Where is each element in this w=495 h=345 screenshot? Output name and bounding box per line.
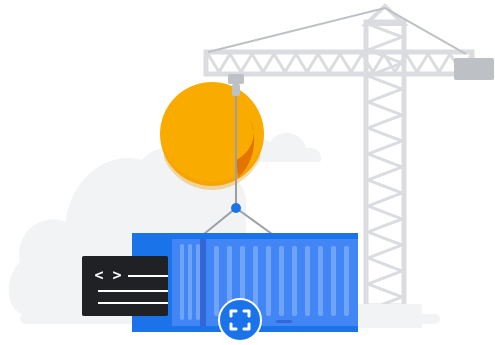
- jib-brace: [437, 53, 452, 73]
- mast-brace: [367, 243, 403, 260]
- jib-brace: [206, 53, 221, 73]
- container-rib: [292, 246, 297, 316]
- jib-brace: [338, 53, 353, 73]
- illustration-stage: < >: [0, 0, 495, 345]
- code-panel-bg: [82, 256, 168, 316]
- mast-brace: [367, 178, 403, 195]
- mast-brace: [367, 282, 403, 299]
- mast-brace: [367, 126, 403, 143]
- mast-brace: [367, 87, 403, 104]
- jib-brace: [261, 53, 276, 73]
- container-door-bar: [196, 244, 200, 320]
- crane-counterweight: [454, 58, 494, 80]
- jib-brace: [349, 53, 364, 73]
- mast-brace: [367, 100, 403, 117]
- jib-brace: [217, 53, 232, 73]
- mast-brace: [367, 35, 403, 52]
- jib-brace: [316, 53, 331, 73]
- container-door-bar: [188, 244, 192, 320]
- mast-brace: [367, 74, 403, 91]
- container-top-rail: [132, 233, 358, 239]
- mast-brace: [367, 269, 403, 286]
- mast-brace: [367, 152, 403, 169]
- jib-brace: [272, 53, 287, 73]
- hook-icon: [231, 203, 241, 213]
- crane-tie-right: [384, 7, 467, 55]
- mast-brace: [367, 230, 403, 247]
- jib-brace: [228, 53, 243, 73]
- crane-tie-left: [207, 7, 386, 53]
- container-rib: [331, 246, 336, 316]
- container-badge: [218, 298, 262, 342]
- jib-brace: [305, 53, 320, 73]
- crane-jib-lattice: [206, 53, 474, 73]
- code-brackets-icon: < >: [94, 266, 121, 284]
- mast-brace: [367, 139, 403, 156]
- crane-trolley-hook-block: [232, 84, 240, 96]
- jib-brace: [415, 53, 430, 73]
- container-rib: [305, 246, 310, 316]
- container-rib: [279, 246, 284, 316]
- jib-brace: [294, 53, 309, 73]
- mast-brace: [367, 113, 403, 130]
- jib-brace: [283, 53, 298, 73]
- jib-brace: [426, 53, 441, 73]
- jib-brace: [250, 53, 265, 73]
- container-door-bar: [180, 244, 184, 320]
- container-rib: [318, 246, 323, 316]
- code-panel: < >: [82, 256, 168, 316]
- container-rib: [344, 246, 349, 316]
- jib-brace: [404, 53, 419, 73]
- crane-trolley: [228, 74, 244, 84]
- container-rib: [266, 246, 271, 316]
- mast-brace: [367, 204, 403, 221]
- sun-icon: [160, 82, 264, 190]
- crane-base: [350, 304, 422, 328]
- container-rib: [214, 246, 219, 316]
- badge-disc: [218, 298, 262, 342]
- mast-brace: [367, 217, 403, 234]
- jib-brace: [239, 53, 254, 73]
- mast-brace: [367, 191, 403, 208]
- jib-brace: [327, 53, 342, 73]
- container-lock-bar: [276, 320, 292, 323]
- deploy-container-illustration: < >: [8, 3, 494, 342]
- mast-brace: [367, 165, 403, 182]
- container-door-edge: [200, 239, 206, 326]
- mast-brace: [367, 256, 403, 273]
